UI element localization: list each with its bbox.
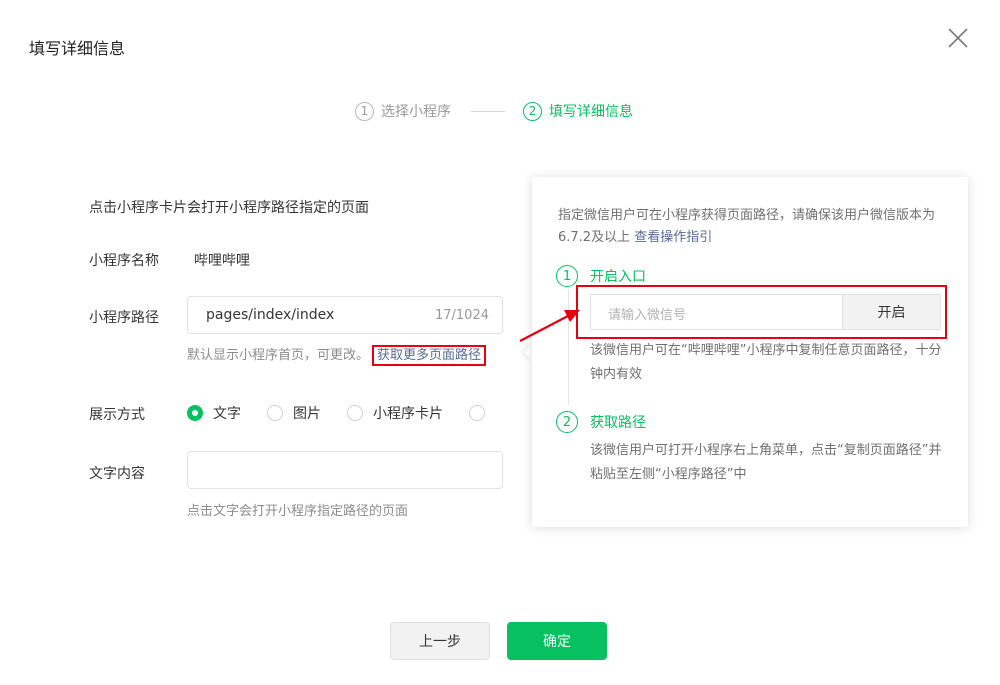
- radio-label: 文字: [213, 406, 241, 422]
- popover-step-open: 1 开启入口: [556, 265, 646, 287]
- name-value: 哔哩哔哩: [194, 253, 250, 269]
- text-content-label: 文字内容: [89, 466, 145, 482]
- step-number: 1: [556, 265, 578, 287]
- radio-label: 图片: [293, 406, 321, 422]
- popover-intro-text: 指定微信用户可在小程序获得页面路径，请确保该用户微信版本为6.7.2及以上: [558, 208, 936, 245]
- step1-note: 该微信用户可在“哔哩哔哩”小程序中复制任意页面路径，十分钟内有效: [590, 343, 942, 382]
- display-radio-group: 文字 图片 小程序卡片: [187, 403, 511, 423]
- path-hint-text: 默认显示小程序首页，可更改。: [187, 348, 370, 363]
- text-hint: 点击文字会打开小程序指定路径的页面: [187, 504, 409, 519]
- display-label: 展示方式: [89, 407, 145, 423]
- path-label: 小程序路径: [89, 310, 159, 326]
- radio-unchecked-icon: [347, 405, 363, 421]
- step-indicator: 1 选择小程序 2 填写详细信息: [355, 101, 633, 121]
- form-description: 点击小程序卡片会打开小程序路径指定的页面: [89, 200, 369, 216]
- path-char-count: 17/1024: [434, 308, 489, 323]
- step-label: 选择小程序: [381, 104, 451, 120]
- step-label: 获取路径: [590, 415, 646, 431]
- step-select-miniprogram: 1 选择小程序: [355, 101, 451, 121]
- radio-checked-icon: [187, 405, 203, 421]
- step-divider: [471, 110, 505, 112]
- path-input-value: pages/index/index: [206, 307, 335, 323]
- step-number: 2: [523, 101, 542, 121]
- confirm-button[interactable]: 确定: [507, 622, 607, 660]
- radio-image[interactable]: 图片: [267, 403, 321, 423]
- radio-unchecked-icon: [267, 405, 283, 421]
- radio-text[interactable]: 文字: [187, 403, 241, 423]
- radio-unchecked-icon: [469, 405, 485, 421]
- wechat-id-input[interactable]: 请输入微信号: [590, 294, 842, 330]
- text-content-input[interactable]: [187, 451, 503, 489]
- step2-note: 该微信用户可打开小程序右上角菜单，点击“复制页面路径”并粘贴至左侧“小程序路径”…: [590, 443, 942, 482]
- step-label: 填写详细信息: [549, 104, 633, 120]
- radio-miniprogram-card[interactable]: 小程序卡片: [347, 403, 443, 423]
- name-label: 小程序名称: [89, 253, 159, 269]
- view-guide-link[interactable]: 查看操作指引: [634, 230, 712, 245]
- open-button[interactable]: 开启: [842, 294, 941, 330]
- radio-label: 小程序卡片: [373, 406, 443, 422]
- path-hint: 默认显示小程序首页，可更改。 获取更多页面路径: [187, 344, 487, 366]
- step-number: 2: [556, 411, 578, 433]
- popover-intro: 指定微信用户可在小程序获得页面路径，请确保该用户微信版本为6.7.2及以上 查看…: [558, 205, 948, 249]
- step-connector: [568, 290, 569, 405]
- annotation-box: 获取更多页面路径: [372, 345, 487, 366]
- step-label: 开启入口: [590, 269, 646, 285]
- dialog-title: 填写详细信息: [29, 39, 126, 58]
- prev-button[interactable]: 上一步: [390, 622, 490, 660]
- path-guide-popover: 指定微信用户可在小程序获得页面路径，请确保该用户微信版本为6.7.2及以上 查看…: [532, 177, 968, 527]
- step-number: 1: [355, 101, 374, 121]
- get-more-paths-link[interactable]: 获取更多页面路径: [377, 348, 481, 363]
- popover-step-get-path: 2 获取路径: [556, 411, 646, 433]
- close-icon[interactable]: [946, 26, 970, 50]
- path-input[interactable]: pages/index/index 17/1024: [187, 296, 503, 334]
- step-fill-details: 2 填写详细信息: [523, 101, 633, 121]
- detail-dialog: 填写详细信息 1 选择小程序 2 填写详细信息 点击小程序卡片会打开小程序路径指…: [0, 0, 1000, 685]
- radio-hidden-option[interactable]: [469, 405, 485, 421]
